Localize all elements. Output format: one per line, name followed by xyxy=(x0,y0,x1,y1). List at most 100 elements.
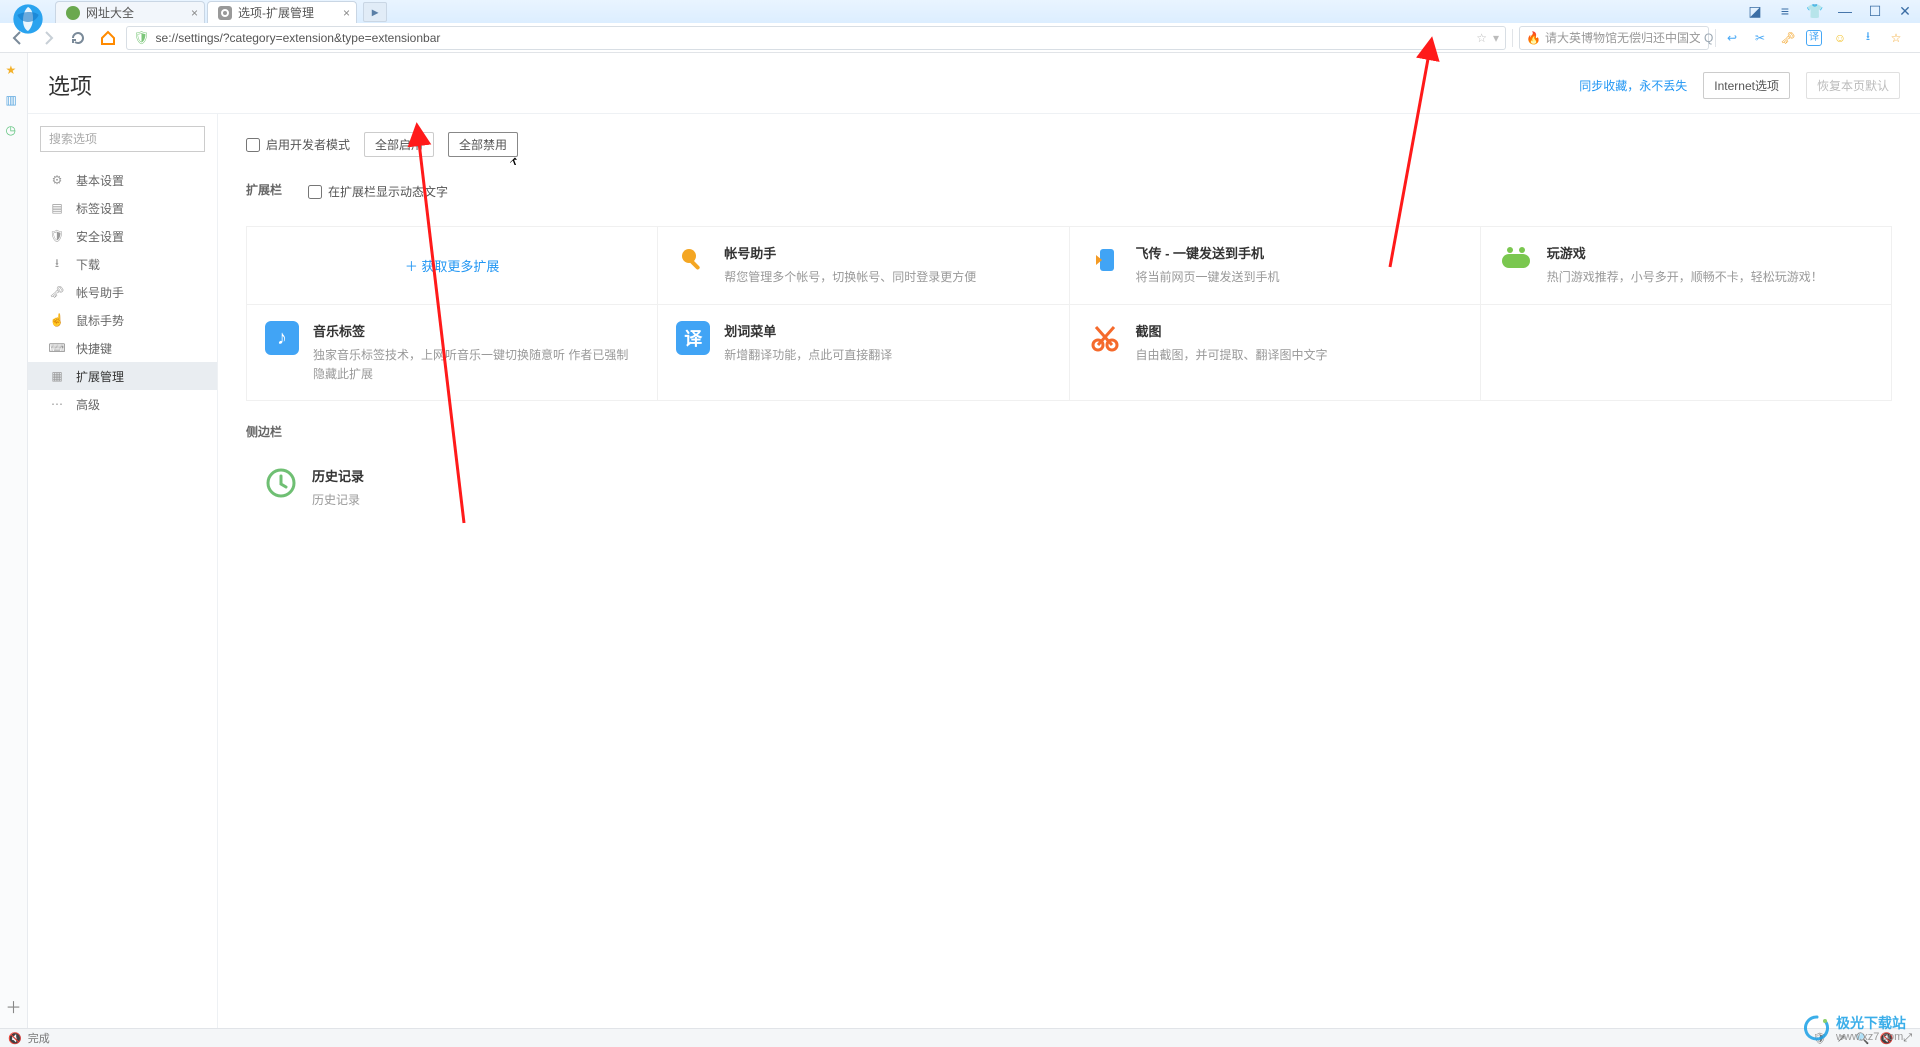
close-icon[interactable]: × xyxy=(343,6,350,20)
download-icon[interactable]: ⭳ xyxy=(1858,28,1878,48)
nav-tabs[interactable]: ▤标签设置 xyxy=(28,194,217,222)
panel-icon[interactable]: ▥ xyxy=(6,93,22,109)
watermark: 极光下载站 www.xz7.com xyxy=(1804,1013,1906,1043)
sync-link[interactable]: 同步收藏，永不丢失 xyxy=(1579,77,1687,94)
favorites-icon[interactable]: ☆ xyxy=(1886,28,1906,48)
hot-search-box[interactable]: 🔥 Q xyxy=(1519,26,1709,50)
translate-icon[interactable]: 译 xyxy=(1806,30,1822,46)
dev-mode-input[interactable] xyxy=(246,138,260,152)
ext-word-menu[interactable]: 译 划词菜单新增翻译功能，点此可直接翻译 xyxy=(658,305,1069,401)
browser-logo xyxy=(0,0,55,23)
maximize-icon[interactable]: ☐ xyxy=(1860,0,1890,22)
key-icon: 🗝 xyxy=(50,285,64,299)
download-icon: ⭳ xyxy=(50,257,64,271)
left-sidebar-strip: ★ ▥ ◷ ＋ xyxy=(0,53,28,1028)
page-body: ⚙基本设置 ▤标签设置 🛡安全设置 ⭳下载 🗝帐号助手 ☝鼠标手势 ⌨快捷键 ▦… xyxy=(28,114,1920,1028)
translate-icon: 译 xyxy=(676,321,710,355)
nav-gesture[interactable]: ☝鼠标手势 xyxy=(28,306,217,334)
header-actions: 同步收藏，永不丢失 Internet选项 恢复本页默认 xyxy=(1579,72,1900,99)
section-title-sidebar: 侧边栏 xyxy=(246,423,1892,440)
search-options-input[interactable] xyxy=(40,126,205,152)
tab-label: 网址大全 xyxy=(86,4,134,21)
ext-music-tag[interactable]: ♪ 音乐标签独家音乐标签技术，上网听音乐一键切换随意听 作者已强制隐藏此扩展 xyxy=(247,305,658,401)
search-icon[interactable]: Q xyxy=(1704,31,1713,45)
restore-tab-icon[interactable]: ↩ xyxy=(1722,28,1742,48)
status-text: 完成 xyxy=(28,1030,50,1046)
star-icon[interactable]: ★ xyxy=(6,63,22,79)
nav-shortcut[interactable]: ⌨快捷键 xyxy=(28,334,217,362)
nav-basic[interactable]: ⚙基本设置 xyxy=(28,166,217,194)
watermark-brand: 极光下载站 xyxy=(1836,1015,1906,1031)
new-tab-button[interactable]: ▸ xyxy=(363,2,387,22)
tab-site-directory[interactable]: 网址大全 × xyxy=(55,1,205,23)
nav-advanced[interactable]: ⋯高级 xyxy=(28,390,217,418)
gesture-icon: ☝ xyxy=(50,313,64,327)
ext-feichuan[interactable]: 飞传 - 一键发送到手机将当前网页一键发送到手机 xyxy=(1070,227,1481,305)
empty-cell xyxy=(1481,305,1892,401)
ext-account-helper[interactable]: 帐号助手帮您管理多个帐号，切换帐号、同时登录更方便 xyxy=(658,227,1069,305)
settings-content: 启用开发者模式 全部启用 全部禁用 扩展栏 在扩展栏显示动态文字 xyxy=(218,114,1920,1028)
separator xyxy=(1715,29,1716,47)
hot-search-input[interactable] xyxy=(1545,31,1700,45)
gear-icon xyxy=(218,6,232,20)
gamepad-icon xyxy=(1499,243,1533,277)
enable-all-button[interactable]: 全部启用 xyxy=(364,132,434,157)
key-icon[interactable]: 🗝 xyxy=(1778,28,1798,48)
gear-icon: ⚙ xyxy=(50,173,64,187)
shield-icon: 🛡 xyxy=(50,229,64,243)
close-window-icon[interactable]: ✕ xyxy=(1890,0,1920,22)
ext-screenshot[interactable]: 截图自由截图，并可提取、翻译图中文字 xyxy=(1070,305,1481,401)
ext-history[interactable]: 历史记录历史记录 xyxy=(246,450,658,528)
toolbar-right-icons: ↩ ✂ 🗝 译 ☺ ⭳ ☆ xyxy=(1722,28,1914,48)
keyboard-icon: ⌨ xyxy=(50,341,64,355)
dropdown-icon[interactable]: ▾ xyxy=(1493,31,1499,45)
show-text-checkbox[interactable]: 在扩展栏显示动态文字 xyxy=(308,183,448,200)
skin-icon[interactable]: 👕 xyxy=(1800,0,1830,22)
nav-extensions[interactable]: ▦扩展管理 xyxy=(28,362,217,390)
address-input[interactable] xyxy=(156,31,1471,45)
feedback-icon[interactable]: ◪ xyxy=(1740,0,1770,22)
restore-defaults-button[interactable]: 恢复本页默认 xyxy=(1806,72,1900,99)
dev-mode-checkbox[interactable]: 启用开发者模式 xyxy=(246,136,350,153)
show-text-input[interactable] xyxy=(308,185,322,199)
fire-icon: 🔥 xyxy=(1526,31,1541,45)
disable-all-button[interactable]: 全部禁用 xyxy=(448,132,518,157)
history-clock-icon[interactable]: ◷ xyxy=(6,123,22,139)
tab-strip: 网址大全 × 选项-扩展管理 × ▸ xyxy=(55,0,387,23)
status-bar: 🔇 完成 🛡 ↗ 🔍 🔇 ⤢ xyxy=(0,1028,1920,1047)
speaker-icon[interactable]: 🔇 xyxy=(8,1032,22,1045)
close-icon[interactable]: × xyxy=(191,6,198,20)
nav-security[interactable]: 🛡安全设置 xyxy=(28,222,217,250)
menu-icon[interactable]: ≡ xyxy=(1770,0,1800,22)
internet-options-button[interactable]: Internet选项 xyxy=(1703,72,1790,99)
get-more-extensions[interactable]: ＋ 获取更多扩展 xyxy=(247,227,658,305)
workspace: ★ ▥ ◷ ＋ 选项 同步收藏，永不丢失 Internet选项 恢复本页默认 ⚙… xyxy=(0,53,1920,1028)
search-options xyxy=(40,126,205,152)
tab-settings-extensions[interactable]: 选项-扩展管理 × xyxy=(207,1,357,23)
emoji-icon[interactable]: ☺ xyxy=(1830,28,1850,48)
page-header: 选项 同步收藏，永不丢失 Internet选项 恢复本页默认 xyxy=(28,53,1920,114)
favicon-icon xyxy=(66,6,80,20)
home-button[interactable] xyxy=(96,26,120,50)
scissors-icon[interactable]: ✂ xyxy=(1750,28,1770,48)
minimize-icon[interactable]: — xyxy=(1830,0,1860,22)
ext-games[interactable]: 玩游戏热门游戏推荐，小号多开，顺畅不卡，轻松玩游戏！ xyxy=(1481,227,1892,305)
address-bar[interactable]: 🛡 ☆ ▾ xyxy=(126,26,1506,50)
settings-page: 选项 同步收藏，永不丢失 Internet选项 恢复本页默认 ⚙基本设置 ▤标签… xyxy=(28,53,1920,1028)
clock-icon xyxy=(264,466,298,500)
main-toolbar: 🛡 ☆ ▾ 🔥 Q ↩ ✂ 🗝 译 ☺ ⭳ ☆ xyxy=(0,23,1920,53)
nav-download[interactable]: ⭳下载 xyxy=(28,250,217,278)
key-icon xyxy=(676,243,710,277)
reload-button[interactable] xyxy=(66,26,90,50)
cursor-indicator: 全部禁用 xyxy=(448,132,518,157)
title-bar: 网址大全 × 选项-扩展管理 × ▸ ◪ ≡ 👕 — ☐ ✕ xyxy=(0,0,1920,23)
grid-icon: ▦ xyxy=(50,369,64,383)
bookmark-star-icon[interactable]: ☆ xyxy=(1476,31,1487,45)
settings-side-nav: ⚙基本设置 ▤标签设置 🛡安全设置 ⭳下载 🗝帐号助手 ☝鼠标手势 ⌨快捷键 ▦… xyxy=(28,114,218,1028)
page-title: 选项 xyxy=(48,69,92,101)
scissors-icon xyxy=(1088,321,1122,355)
shield-icon[interactable]: 🛡 xyxy=(133,30,150,46)
separator xyxy=(1512,29,1513,47)
nav-account[interactable]: 🗝帐号助手 xyxy=(28,278,217,306)
add-sidebar-icon[interactable]: ＋ xyxy=(5,994,21,1018)
